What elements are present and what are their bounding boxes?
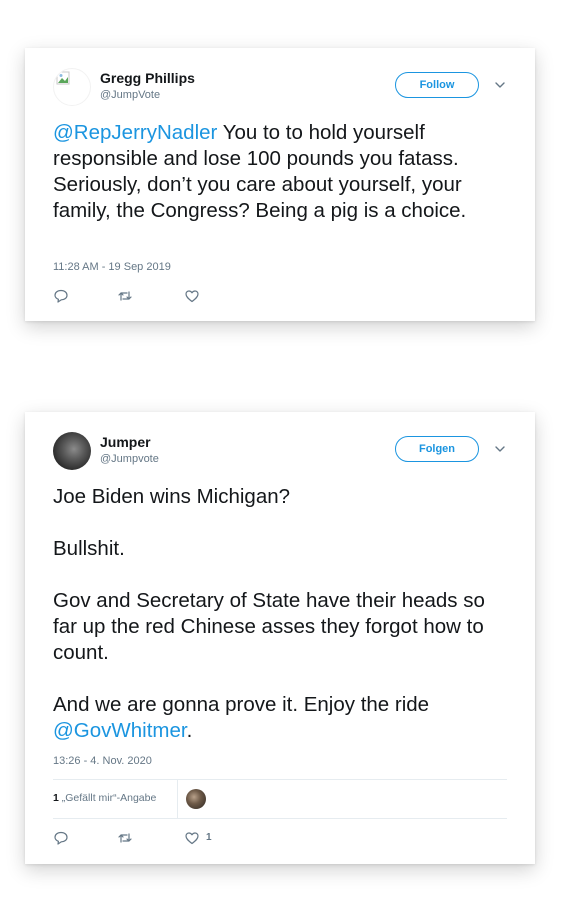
- tweet-card: Gregg Phillips @JumpVote Follow @RepJerr…: [25, 48, 535, 321]
- tweet-stats: 1 „Gefällt mir“-Angabe: [53, 779, 507, 819]
- tweet-paragraph: Gov and Secretary of State have their he…: [53, 589, 485, 664]
- likes-count: 1: [53, 792, 59, 804]
- likes-label: „Gefällt mir“-Angabe: [61, 792, 157, 804]
- tweet-paragraph: Bullshit.: [53, 537, 125, 560]
- tweet-paragraph: And we are gonna prove it. Enjoy the rid…: [53, 692, 511, 744]
- broken-image-icon: [56, 71, 70, 85]
- tweet-body: And we are gonna prove it. Enjoy the rid…: [53, 693, 430, 716]
- tweet-header: Jumper @Jumpvote Folgen: [53, 432, 507, 474]
- tweet-punctuation: .: [186, 719, 193, 742]
- tweet-paragraph: Joe Biden wins Michigan?: [53, 485, 291, 508]
- display-name[interactable]: Gregg Phillips: [100, 70, 195, 87]
- like-count: 1: [206, 832, 212, 843]
- follow-button[interactable]: Folgen: [395, 436, 479, 462]
- avatar[interactable]: [53, 432, 91, 470]
- avatar[interactable]: [53, 68, 91, 106]
- reply-icon[interactable]: [53, 288, 69, 304]
- user-names: Jumper @Jumpvote: [100, 434, 159, 467]
- chevron-down-icon[interactable]: [493, 78, 507, 92]
- user-handle[interactable]: @Jumpvote: [100, 451, 159, 467]
- like-icon[interactable]: [184, 288, 200, 304]
- reply-icon[interactable]: [53, 830, 69, 846]
- liker-avatar[interactable]: [186, 789, 206, 809]
- tweet-paragraph: @RepJerryNadler You to to hold yourself …: [53, 120, 511, 224]
- mention-link[interactable]: @GovWhitmer: [53, 719, 187, 742]
- tweet-header: Gregg Phillips @JumpVote Follow: [53, 68, 507, 110]
- tweet-timestamp[interactable]: 13:26 - 4. Nov. 2020: [53, 755, 152, 767]
- tweet-actions: 1: [53, 830, 253, 846]
- chevron-down-icon[interactable]: [493, 442, 507, 456]
- retweet-icon[interactable]: [117, 830, 133, 846]
- tweet-card: Jumper @Jumpvote Folgen Joe Biden wins M…: [25, 412, 535, 864]
- tweet-text: @RepJerryNadler You to to hold yourself …: [53, 120, 511, 224]
- tweet-timestamp[interactable]: 11:28 AM - 19 Sep 2019: [53, 261, 171, 273]
- retweet-icon[interactable]: [117, 288, 133, 304]
- tweet-text: Joe Biden wins Michigan? Bullshit. Gov a…: [53, 484, 511, 744]
- stats-divider: [177, 780, 178, 818]
- mention-link[interactable]: @RepJerryNadler: [53, 121, 217, 144]
- user-handle[interactable]: @JumpVote: [100, 87, 195, 103]
- likes-stat[interactable]: 1 „Gefällt mir“-Angabe: [53, 792, 156, 804]
- display-name[interactable]: Jumper: [100, 434, 159, 451]
- like-icon[interactable]: [184, 830, 200, 846]
- follow-button[interactable]: Follow: [395, 72, 479, 98]
- user-names: Gregg Phillips @JumpVote: [100, 70, 195, 103]
